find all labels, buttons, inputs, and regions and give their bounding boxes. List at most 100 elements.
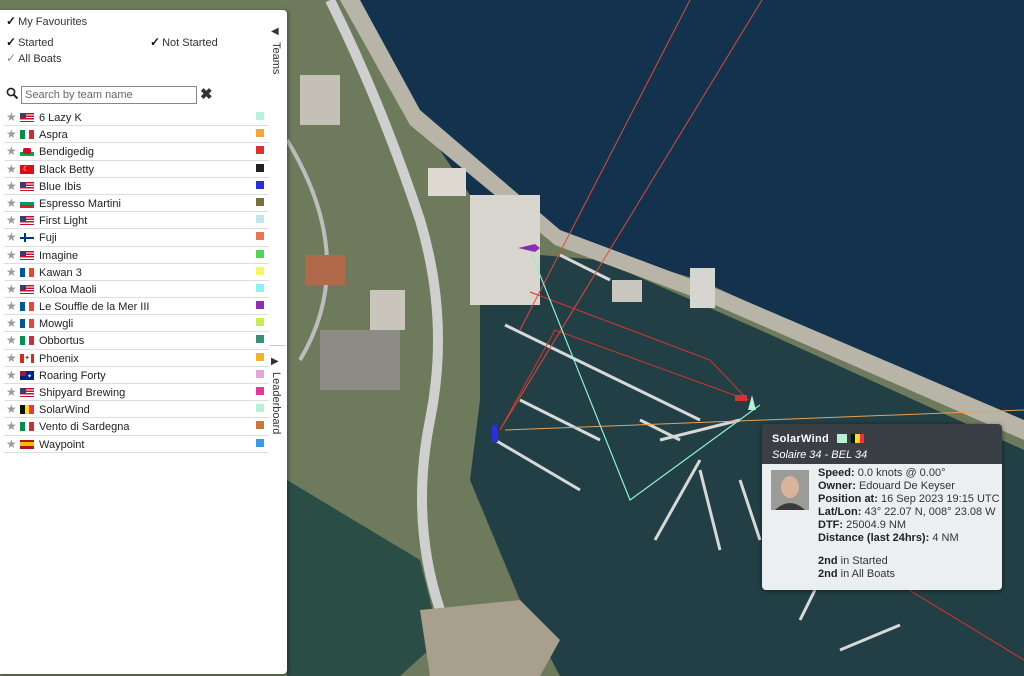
- team-row[interactable]: ★ Blue Ibis: [4, 178, 269, 195]
- team-row[interactable]: ★ Waypoint: [4, 436, 269, 453]
- boat-name: SolarWind: [772, 433, 829, 445]
- team-row[interactable]: ★ Koloa Maoli: [4, 281, 269, 299]
- team-row[interactable]: ★ Vento di Sardegna: [4, 418, 269, 436]
- filter-favourites[interactable]: ✓ My Favourites: [6, 14, 87, 28]
- flag-icon: [20, 284, 34, 294]
- team-row[interactable]: ★ ✦ Roaring Forty: [4, 367, 269, 384]
- tab-label: Teams: [270, 42, 282, 75]
- tab-teams[interactable]: ◀ Teams: [266, 24, 286, 84]
- team-row[interactable]: ★ Aspra: [4, 126, 269, 144]
- team-row[interactable]: ★ Bendigedig: [4, 143, 269, 161]
- star-icon[interactable]: ★: [6, 299, 17, 313]
- team-row[interactable]: ★ Fuji: [4, 229, 269, 247]
- team-color-swatch: [256, 215, 264, 224]
- star-icon[interactable]: ★: [6, 419, 17, 433]
- team-name: Phoenix: [39, 352, 79, 365]
- team-row[interactable]: ★ Le Souffle de la Mer III: [4, 298, 269, 316]
- team-row[interactable]: ★ Mowgli: [4, 315, 269, 333]
- team-name: 6 Lazy K: [39, 112, 82, 124]
- star-icon[interactable]: ★: [6, 402, 17, 416]
- team-row[interactable]: ★ ☾ Black Betty: [4, 161, 269, 178]
- star-icon[interactable]: ★: [6, 196, 17, 210]
- team-color-swatch: [256, 180, 264, 189]
- info-speed: Speed: 0.0 knots @ 0.00°: [818, 467, 946, 479]
- team-name: Roaring Forty: [39, 369, 106, 382]
- check-icon: ✓: [6, 14, 17, 28]
- star-icon[interactable]: ★: [6, 144, 17, 158]
- star-icon[interactable]: ★: [6, 333, 17, 347]
- tab-divider: [270, 345, 286, 346]
- star-icon[interactable]: ★: [6, 162, 17, 176]
- star-icon[interactable]: ★: [6, 248, 17, 262]
- star-icon[interactable]: ★: [6, 437, 17, 451]
- star-icon[interactable]: ★: [6, 368, 17, 382]
- collapse-arrow-icon: ◀: [271, 26, 279, 37]
- team-color-swatch: [256, 421, 264, 430]
- info-latlon: Lat/Lon: 43° 22.07 N, 008° 23.08 W: [818, 506, 996, 518]
- clear-search-icon[interactable]: ✖: [200, 85, 213, 103]
- boat-info-popup: SolarWind Solaire 34 - BEL 34 Speed: 0.0…: [762, 424, 1002, 590]
- star-icon[interactable]: ★: [6, 351, 17, 365]
- team-name: Mowgli: [39, 318, 74, 331]
- search-bar: ✖: [6, 86, 236, 104]
- team-row[interactable]: ★ ✦ Phoenix: [4, 350, 269, 367]
- team-name: SolarWind: [39, 404, 90, 417]
- popup-header: SolarWind Solaire 34 - BEL 34: [762, 424, 1002, 464]
- rank-started: 2nd in Started: [818, 555, 888, 567]
- star-icon[interactable]: ★: [6, 213, 17, 227]
- team-name: Aspra: [39, 129, 68, 142]
- flag-icon: [20, 302, 34, 312]
- team-name: Le Souffle de la Mer III: [39, 301, 150, 314]
- flag-icon: [20, 216, 34, 226]
- tab-leaderboard[interactable]: ▶ Leaderboard: [266, 354, 286, 444]
- team-row[interactable]: ★ Imagine: [4, 247, 269, 264]
- star-icon[interactable]: ★: [6, 179, 17, 193]
- team-row[interactable]: ★ Obbortus: [4, 332, 269, 350]
- check-icon: ✓: [6, 35, 17, 49]
- star-icon[interactable]: ★: [6, 110, 17, 124]
- belgium-flag-icon: [851, 434, 864, 443]
- team-color-swatch: [256, 387, 264, 395]
- search-input[interactable]: [21, 86, 197, 104]
- team-name: Fuji: [39, 232, 57, 245]
- team-row[interactable]: ★ Shipyard Brewing: [4, 384, 269, 402]
- team-color-swatch: [256, 352, 264, 361]
- team-row[interactable]: ★ Espresso Martini: [4, 195, 269, 213]
- team-row[interactable]: ★ First Light: [4, 212, 269, 230]
- filter-started[interactable]: ✓ Started: [6, 35, 54, 49]
- filter-label: Not Started: [162, 37, 218, 49]
- boat-marker: [735, 395, 747, 401]
- star-icon[interactable]: ★: [6, 316, 17, 330]
- boat-class: Solaire 34 - BEL 34: [772, 449, 868, 461]
- team-color-swatch: [256, 404, 264, 413]
- tab-label: Leaderboard: [270, 372, 282, 435]
- team-name: Espresso Martini: [39, 197, 121, 210]
- team-name: Obbortus: [39, 335, 85, 348]
- flag-icon: [20, 130, 34, 140]
- team-color-swatch: [256, 163, 264, 172]
- popup-body: Speed: 0.0 knots @ 0.00° Owner: Edouard …: [762, 464, 1002, 590]
- star-icon[interactable]: ★: [6, 127, 17, 141]
- team-name: Kawan 3: [39, 266, 82, 279]
- flag-icon: [20, 439, 34, 449]
- star-icon[interactable]: ★: [6, 230, 17, 244]
- team-color-swatch: [256, 129, 264, 138]
- star-icon[interactable]: ★: [6, 265, 17, 279]
- team-name: Blue Ibis: [39, 180, 82, 193]
- filter-all-boats[interactable]: ✓ All Boats: [6, 51, 61, 65]
- flag-icon: [20, 181, 34, 191]
- star-icon[interactable]: ★: [6, 282, 17, 296]
- team-name: Shipyard Brewing: [39, 387, 126, 399]
- team-row[interactable]: ★ Kawan 3: [4, 264, 269, 281]
- info-distance: Distance (last 24hrs): 4 NM: [818, 532, 959, 544]
- expand-arrow-icon: ▶: [271, 356, 279, 367]
- team-row[interactable]: ★ 6 Lazy K: [4, 109, 269, 127]
- team-color-swatch: [256, 266, 264, 275]
- team-row[interactable]: ★ SolarWind: [4, 401, 269, 419]
- flag-icon: [20, 388, 34, 397]
- flag-icon: ✦: [20, 370, 34, 380]
- filter-not-started[interactable]: ✓ Not Started: [150, 35, 218, 49]
- info-owner: Owner: Edouard De Keyser: [818, 480, 955, 492]
- team-list: ★ 6 Lazy K ★ Aspra ★ Bendigedig ★ ☾ Black Betty ★…: [4, 109, 269, 453]
- star-icon[interactable]: ★: [6, 385, 17, 399]
